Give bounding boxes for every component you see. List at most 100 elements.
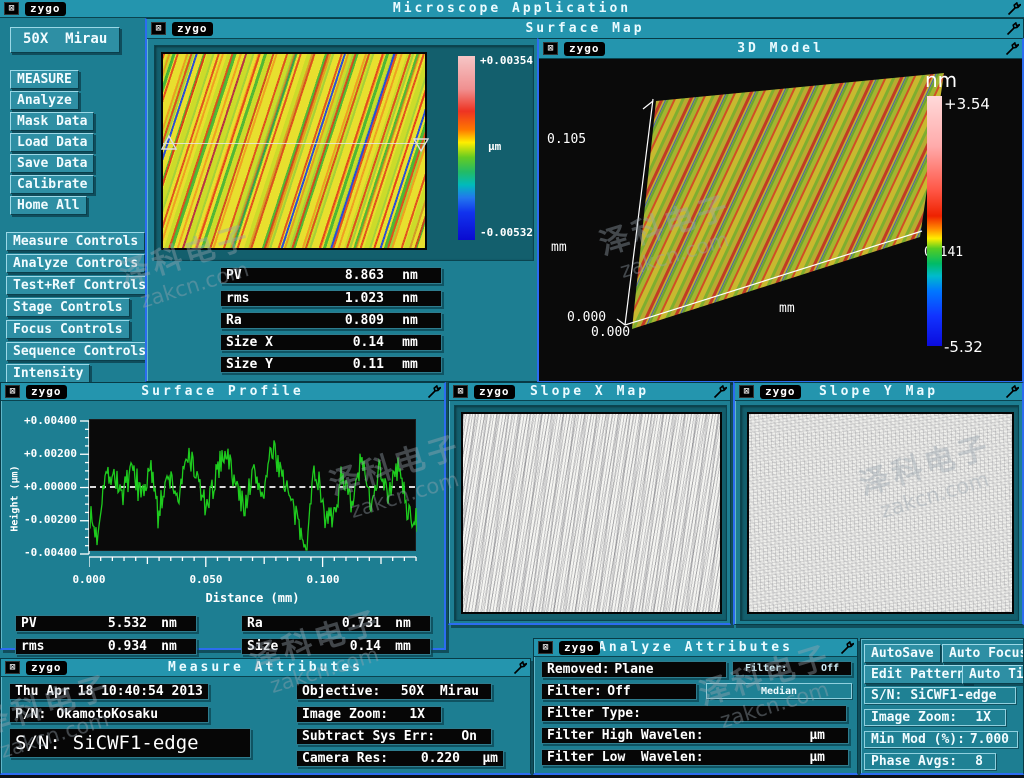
x-tick-label: 0.000: [65, 573, 113, 586]
measure-attributes-window: ⊠ zygo Measure Attributes Thu Apr 18 10:…: [0, 658, 531, 775]
intensity-button[interactable]: Intensity: [6, 364, 90, 383]
close-icon[interactable]: ⊠: [453, 385, 468, 398]
image-zoom-field[interactable]: Image Zoom:1X: [296, 706, 442, 723]
profile-stat-ra: Ra0.731nm: [241, 615, 431, 632]
focus-controls-button[interactable]: Focus Controls: [6, 320, 130, 339]
app-title: Microscope Application: [0, 1, 1024, 16]
slope-x-image[interactable]: [461, 412, 722, 614]
wrench-icon[interactable]: [427, 385, 441, 399]
zygo-logo: zygo: [26, 661, 67, 675]
profile-plot-area[interactable]: [89, 419, 416, 551]
colorbar-unit-label: µm: [488, 140, 501, 153]
wrench-icon[interactable]: [1007, 2, 1021, 16]
slope-y-image[interactable]: [747, 412, 1014, 614]
auto-focus-button[interactable]: Auto Focus: [942, 644, 1024, 663]
objective-button[interactable]: 50X Mirau: [10, 27, 120, 53]
measure-button[interactable]: MEASURE: [10, 70, 79, 89]
slice-right-handle[interactable]: [413, 137, 429, 153]
median-button[interactable]: Median: [706, 683, 852, 699]
close-icon[interactable]: ⊠: [5, 385, 20, 398]
serial-number-field[interactable]: S/N:SiCWF1-edge: [9, 728, 251, 758]
stage-controls-button[interactable]: Stage Controls: [6, 298, 130, 317]
surface-map-image[interactable]: [161, 52, 427, 250]
profile-stat-pv: PV5.532nm: [15, 615, 197, 632]
x-axis-min-label: 0.000: [591, 325, 630, 340]
3d-model-title: 3D Model: [539, 41, 1022, 56]
wrench-icon[interactable]: [840, 641, 854, 655]
measure-attributes-titlebar[interactable]: ⊠ zygo Measure Attributes: [1, 659, 530, 677]
close-icon[interactable]: ⊠: [538, 641, 553, 654]
slope-x-window: ⊠ zygo Slope X Map: [448, 382, 731, 625]
stat-size-y: Size Y0.11mm: [220, 356, 442, 373]
slice-left-handle[interactable]: [161, 135, 177, 151]
filter-badge[interactable]: Filter:Off: [732, 661, 852, 676]
close-icon[interactable]: ⊠: [543, 42, 558, 55]
sequence-controls-button[interactable]: Sequence Controls: [6, 342, 153, 361]
camera-res-field[interactable]: Camera Res:0.220µm: [296, 750, 504, 767]
timestamp-field[interactable]: Thu Apr 18 10:40:54 2013: [9, 683, 209, 700]
wrench-icon[interactable]: [1006, 22, 1020, 36]
measure-controls-button[interactable]: Measure Controls: [6, 232, 145, 251]
close-icon[interactable]: ⊠: [151, 22, 166, 35]
stat-ra: Ra0.809nm: [220, 312, 442, 329]
min-mod-field[interactable]: Min Mod (%):7.000: [864, 731, 1018, 748]
filter-type-field[interactable]: Filter Type:: [541, 705, 847, 722]
filter-high-wavelen-field[interactable]: Filter High Wavelen:µm: [541, 727, 849, 744]
wrench-icon[interactable]: [1005, 42, 1019, 56]
close-icon[interactable]: ⊠: [739, 385, 754, 398]
analyze-attributes-window: ⊠ zygo Analyze Attributes Removed:Plane …: [533, 638, 858, 775]
close-icon[interactable]: ⊠: [4, 2, 19, 15]
removed-field[interactable]: Removed:Plane: [541, 661, 727, 678]
subtract-sys-err-field[interactable]: Subtract Sys Err:On: [296, 728, 492, 745]
filter-low-wavelen-field[interactable]: Filter Low Wavelen:µm: [541, 749, 849, 766]
analyze-button[interactable]: Analyze: [10, 91, 79, 110]
panel-image-zoom-field[interactable]: Image Zoom:1X: [864, 709, 1006, 726]
surface-profile-window: ⊠ zygo Surface Profile Height (µm) +0.00…: [0, 382, 446, 650]
surface-profile-title: Surface Profile: [1, 384, 444, 399]
auto-tilt-button[interactable]: Auto Tilt: [962, 665, 1024, 684]
calibrate-button[interactable]: Calibrate: [10, 175, 94, 194]
slope-y-titlebar[interactable]: ⊠ zygo Slope Y Map: [735, 383, 1022, 401]
profile-stat-size: Size0.14mm: [241, 638, 431, 655]
3d-colorbar: [927, 96, 942, 346]
3d-model-titlebar[interactable]: ⊠ zygo 3D Model: [539, 39, 1022, 59]
profile-stat-rms: rms0.934nm: [15, 638, 197, 655]
wrench-icon[interactable]: [713, 385, 727, 399]
autosave-button[interactable]: AutoSave: [864, 644, 941, 663]
surface-profile-titlebar[interactable]: ⊠ zygo Surface Profile: [1, 383, 444, 401]
slice-line[interactable]: [163, 143, 425, 144]
main-titlebar[interactable]: ⊠ zygo Microscope Application: [0, 0, 1024, 18]
3d-surface: [632, 73, 944, 329]
mask-data-button[interactable]: Mask Data: [10, 112, 94, 131]
x-axis-ticks: [89, 556, 419, 572]
zygo-logo: zygo: [564, 42, 605, 56]
x-axis-title: Distance (mm): [89, 591, 416, 605]
panel-serial-field[interactable]: S/N:SiCWF1-edge: [864, 687, 1016, 704]
z-axis-min-label: 0.000: [567, 310, 606, 325]
analyze-controls-button[interactable]: Analyze Controls: [6, 254, 145, 273]
home-all-button[interactable]: Home All: [10, 196, 87, 215]
load-data-button[interactable]: Load Data: [10, 133, 94, 152]
filter-field[interactable]: Filter:Off: [541, 683, 697, 700]
x-tick-label: 0.100: [299, 573, 347, 586]
save-data-button[interactable]: Save Data: [10, 154, 94, 173]
test-ref-controls-button[interactable]: Test+Ref Controls: [6, 276, 153, 295]
wrench-icon[interactable]: [513, 661, 527, 675]
slope-y-window: ⊠ zygo Slope Y Map: [733, 382, 1024, 625]
x-tick-label: 0.050: [182, 573, 230, 586]
wrench-icon[interactable]: [1005, 385, 1019, 399]
phase-avgs-field[interactable]: Phase Avgs:8: [864, 753, 996, 770]
objective-field[interactable]: Objective:50X Mirau: [296, 683, 492, 700]
microscope-application: ⊠ zygo Microscope Application 50X Mirau …: [0, 0, 1024, 778]
edit-pattern-button[interactable]: Edit Pattern: [864, 665, 972, 684]
close-icon[interactable]: ⊠: [5, 661, 20, 674]
slope-x-titlebar[interactable]: ⊠ zygo Slope X Map: [449, 383, 730, 401]
3d-model-window: ⊠ zygo 3D Model: [537, 38, 1024, 382]
analyze-attributes-titlebar[interactable]: ⊠ zygo Analyze Attributes: [534, 639, 857, 657]
measure-attributes-title: Measure Attributes: [1, 660, 530, 675]
part-number-field[interactable]: P/N:OkamotoKosaku: [9, 706, 209, 723]
surface-map-titlebar[interactable]: ⊠ zygo Surface Map: [147, 19, 1023, 39]
y-axis-title: Height (µm): [10, 439, 21, 559]
3d-surface-plot[interactable]: 0.105 mm 0.000 0.000 mm 0.141 nm +3.54 -…: [539, 59, 1022, 381]
colorbar-max-label: +0.00354: [480, 54, 533, 67]
